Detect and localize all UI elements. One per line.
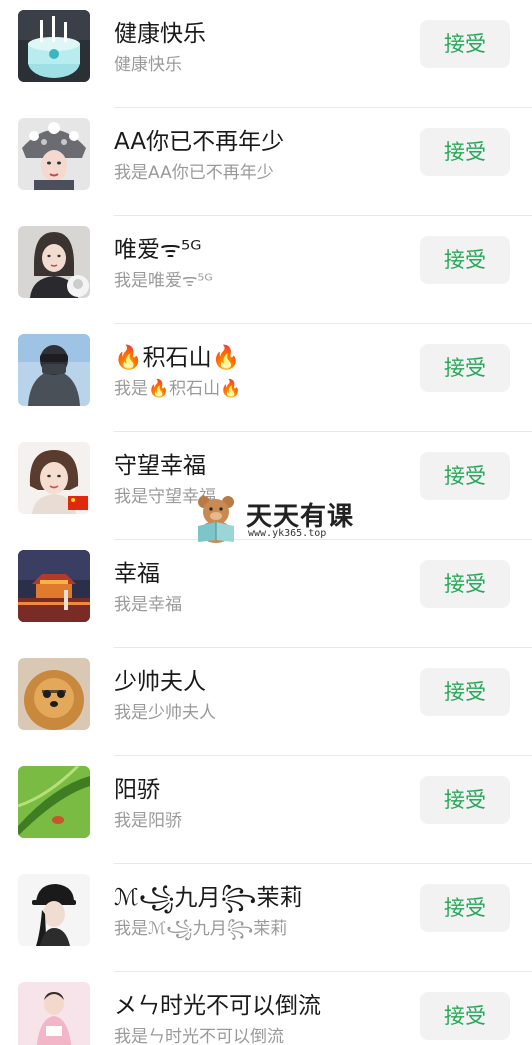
requester-name: 健康快乐 [114,21,206,47]
avatar[interactable] [18,982,90,1045]
night-city-avatar [18,550,90,622]
friend-request-row[interactable]: 健康快乐 健康快乐 接受 [0,0,532,108]
accept-button[interactable]: 接受 [420,452,510,500]
requester-name: メㄣ时光不可以倒流 [114,993,321,1019]
pink-girl-avatar [18,982,90,1045]
accept-button[interactable]: 接受 [420,128,510,176]
friend-request-row[interactable]: 幸福 我是幸福 接受 [0,540,532,648]
woman-portrait-avatar [18,226,90,298]
accept-button[interactable]: 接受 [420,20,510,68]
friend-request-row[interactable]: ℳ꧁九月꧂茉莉 我是ℳ꧁九月꧂茉莉 接受 [0,864,532,972]
requester-name: 守望幸福 [114,453,206,479]
requester-name: 唯爱ᯤ⁵ᴳ [114,237,202,263]
avatar[interactable] [18,334,90,406]
avatar[interactable] [18,658,90,730]
green-leaf-avatar [18,766,90,838]
accept-button[interactable]: 接受 [420,236,510,284]
avatar[interactable] [18,118,90,190]
friend-request-row[interactable]: 守望幸福 我是守望幸福 接受 [0,432,532,540]
accept-button[interactable]: 接受 [420,668,510,716]
woman-flag-avatar [18,442,90,514]
avatar[interactable] [18,874,90,946]
request-message: 我是ℳ꧁九月꧂茉莉 [114,919,288,939]
request-message: 我是阳骄 [114,811,182,831]
friend-request-row[interactable]: 🔥积石山🔥 我是🔥积石山🔥 接受 [0,324,532,432]
woman-cap-avatar [18,874,90,946]
requester-name: AA你已不再年少 [114,129,285,155]
requester-name: 少帅夫人 [114,669,206,695]
friend-request-row[interactable]: AA你已不再年少 我是AA你已不再年少 接受 [0,108,532,216]
avatar[interactable] [18,550,90,622]
friend-request-row[interactable]: 唯爱ᯤ⁵ᴳ 我是唯爱ᯤ⁵ᴳ 接受 [0,216,532,324]
friend-request-row[interactable]: 阳骄 我是阳骄 接受 [0,756,532,864]
request-message: 我是AA你已不再年少 [114,163,274,183]
request-message: 健康快乐 [114,55,182,75]
avatar[interactable] [18,226,90,298]
request-message: 我是幸福 [114,595,182,615]
avatar[interactable] [18,766,90,838]
request-message: 我是少帅夫人 [114,703,216,723]
friend-request-row[interactable]: メㄣ时光不可以倒流 我是ㄣ时光不可以倒流 接受 [0,972,532,1045]
request-message: 我是守望幸福 [114,487,216,507]
accept-button[interactable]: 接受 [420,344,510,392]
avatar[interactable] [18,442,90,514]
request-message: 我是ㄣ时光不可以倒流 [114,1027,284,1045]
requester-name: 幸福 [114,561,160,587]
accept-button[interactable]: 接受 [420,884,510,932]
accept-button[interactable]: 接受 [420,776,510,824]
avatar[interactable] [18,10,90,82]
accept-button[interactable]: 接受 [420,560,510,608]
dog-avatar [18,658,90,730]
masked-man-avatar [18,334,90,406]
requester-name: 阳骄 [114,777,160,803]
accept-button[interactable]: 接受 [420,992,510,1040]
request-message: 我是🔥积石山🔥 [114,379,242,399]
opera-headdress-avatar [18,118,90,190]
birthday-cake-avatar [18,10,90,82]
request-message: 我是唯爱ᯤ⁵ᴳ [114,271,213,291]
requester-name: 🔥积石山🔥 [114,345,241,371]
friend-request-row[interactable]: 少帅夫人 我是少帅夫人 接受 [0,648,532,756]
friend-request-list: 健康快乐 健康快乐 接受 AA你已不再年少 我是AA你已不再年少 接受 唯爱ᯤ⁵… [0,0,532,1045]
